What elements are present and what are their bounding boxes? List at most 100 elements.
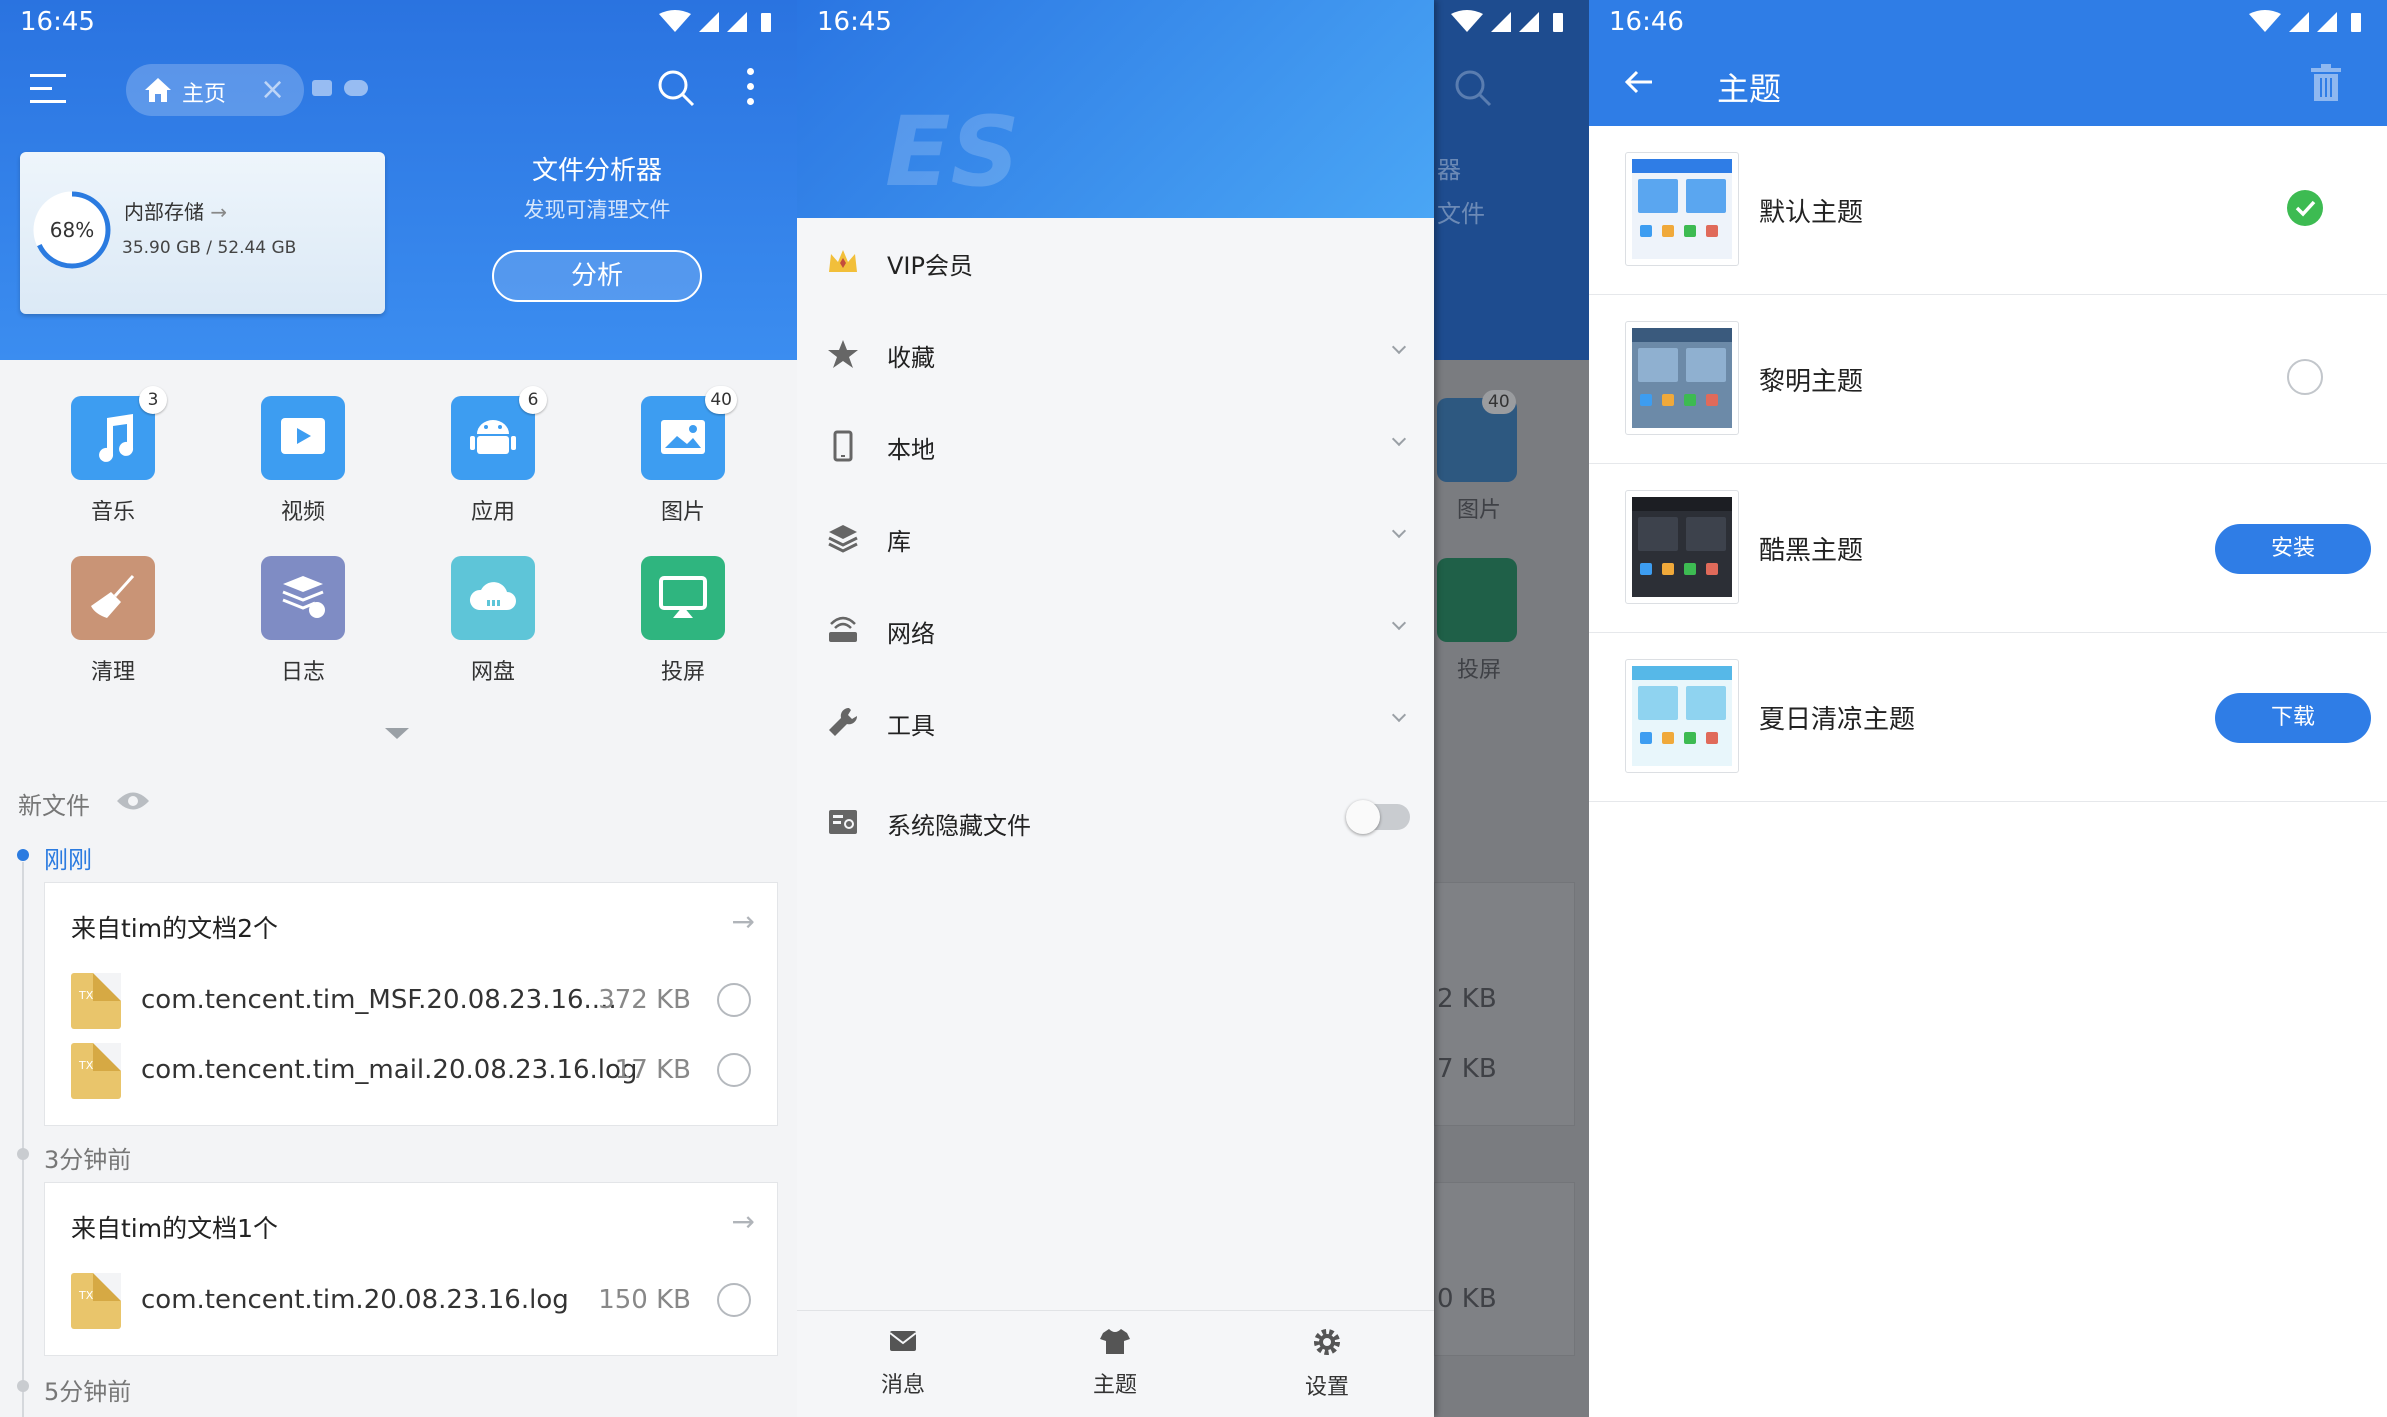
- drawer-item-crown[interactable]: VIP会员: [797, 216, 1434, 308]
- category-log[interactable]: 日志: [228, 556, 378, 686]
- txt-file-icon: TXT: [71, 973, 121, 1029]
- back-arrow-icon[interactable]: [1625, 70, 1653, 94]
- storage-size: 35.90 GB / 52.44 GB: [122, 238, 297, 258]
- count-badge: 6: [519, 386, 547, 414]
- category-video[interactable]: 视频: [228, 396, 378, 526]
- select-checkbox[interactable]: [717, 1283, 751, 1317]
- arrow-right-icon[interactable]: →: [732, 1205, 755, 1238]
- file-row[interactable]: TXT com.tencent.tim.20.08.23.16.log 150 …: [45, 1267, 777, 1337]
- menu-icon[interactable]: [30, 74, 66, 104]
- behind-text: 文件: [1437, 200, 1485, 228]
- cast-icon: [641, 556, 725, 640]
- chevron-down-icon[interactable]: [1391, 707, 1407, 723]
- category-cast[interactable]: 投屏: [608, 556, 758, 686]
- behind-text: 7 KB: [1437, 1054, 1497, 1084]
- category-label: 投屏: [660, 660, 705, 685]
- cloud-icon[interactable]: [344, 80, 368, 96]
- timeline-dot: [17, 849, 29, 861]
- theme-row[interactable]: 黎明主题: [1589, 295, 2387, 464]
- search-icon[interactable]: [656, 68, 696, 108]
- behind-text: 图片: [1457, 498, 1502, 523]
- home-screen: 16:45 主页 × 68% 内部存储 → 35.90 GB / 52.44 G…: [0, 0, 797, 1417]
- category-broom[interactable]: 清理: [38, 556, 188, 686]
- status-icons: [2249, 10, 2361, 32]
- search-icon: [1455, 70, 1492, 107]
- drawer-item-wrench[interactable]: 工具: [797, 676, 1434, 768]
- chevron-down-icon[interactable]: [1391, 339, 1407, 355]
- file-row[interactable]: TXT com.tencent.tim_mail.20.08.23.16.log…: [45, 1037, 777, 1107]
- cast-icon: [1437, 558, 1517, 642]
- theme-row[interactable]: 夏日清凉主题 下载: [1589, 633, 2387, 802]
- count-badge: 3: [139, 386, 167, 414]
- drawer-item-phone[interactable]: 本地: [797, 400, 1434, 492]
- phone-icon: [833, 430, 853, 462]
- install-button[interactable]: 安装: [2215, 524, 2371, 574]
- category-label: 清理: [90, 660, 135, 685]
- chevron-down-icon[interactable]: [385, 728, 409, 739]
- chevron-down-icon[interactable]: [1391, 523, 1407, 539]
- tab-home[interactable]: 主页 ×: [126, 64, 304, 116]
- select-checkbox[interactable]: [717, 1053, 751, 1087]
- eye-icon[interactable]: [116, 790, 150, 812]
- status-icons: [659, 10, 771, 32]
- themes-label: 主题: [1092, 1373, 1137, 1398]
- hidden-files-toggle[interactable]: [1346, 800, 1410, 834]
- messages-button[interactable]: 消息: [843, 1327, 963, 1399]
- theme-thumbnail: [1625, 659, 1739, 773]
- more-options-icon[interactable]: [745, 68, 755, 112]
- mail-icon: [889, 1331, 917, 1351]
- category-music[interactable]: 3 音乐: [38, 386, 188, 526]
- theme-row[interactable]: 默认主题: [1589, 126, 2387, 295]
- timeline-dot: [17, 1148, 29, 1160]
- drawer-item-label: 工具: [887, 712, 935, 740]
- drawer-item-layers[interactable]: 库: [797, 492, 1434, 584]
- tab-home-label: 主页: [182, 82, 227, 107]
- arrow-right-icon[interactable]: →: [732, 905, 755, 938]
- drawer-item-star[interactable]: 收藏: [797, 308, 1434, 400]
- theme-name: 默认主题: [1759, 198, 1864, 228]
- chevron-down-icon[interactable]: [1391, 431, 1407, 447]
- close-icon[interactable]: ×: [260, 72, 285, 107]
- storage-card[interactable]: 68% 内部存储 → 35.90 GB / 52.44 GB: [20, 152, 385, 314]
- file-group-card[interactable]: 来自tim的文档2个 → TXT com.tencent.tim_MSF.20.…: [44, 882, 778, 1126]
- category-label: 视频: [280, 500, 325, 525]
- new-files-title: 新文件: [18, 792, 90, 820]
- file-name: com.tencent.tim.20.08.23.16.log: [141, 1285, 569, 1315]
- timeline-dot: [17, 1380, 29, 1392]
- cloud-icon: [451, 556, 535, 640]
- drawer-item-hidden-file[interactable]: 系统隐藏文件: [797, 776, 1434, 868]
- settings-button[interactable]: 设置: [1267, 1327, 1387, 1401]
- category-android[interactable]: 6 应用: [418, 386, 568, 526]
- drawer-screen: 器 文件 40 图片 投屏 2 KB 7 KB 0 KB ES 16:45 VI…: [797, 0, 1589, 1417]
- category-label: 网盘: [470, 660, 515, 685]
- category-cloud[interactable]: 网盘: [418, 556, 568, 686]
- theme-radio[interactable]: [2287, 359, 2323, 395]
- behind-card: [1434, 1182, 1575, 1356]
- theme-row[interactable]: 酷黑主题 安装: [1589, 464, 2387, 633]
- select-checkbox[interactable]: [717, 983, 751, 1017]
- analyze-button[interactable]: 分析: [492, 250, 702, 302]
- download-button[interactable]: 下载: [2215, 693, 2371, 743]
- router-icon: [829, 616, 857, 642]
- drawer-item-label: 网络: [887, 620, 935, 648]
- file-row[interactable]: TXT com.tencent.tim_MSF.20.08.23.16.... …: [45, 967, 777, 1037]
- settings-label: 设置: [1304, 1375, 1349, 1400]
- drawer-item-label: VIP会员: [887, 252, 973, 280]
- storage-name: 内部存储 →: [124, 200, 228, 224]
- themes-button[interactable]: 主题: [1055, 1327, 1175, 1399]
- trash-icon[interactable]: [2309, 64, 2343, 102]
- page-title: 主题: [1717, 70, 1782, 108]
- status-bar: 16:46: [1589, 0, 2387, 42]
- status-time: 16:45: [20, 7, 95, 37]
- drawer-item-router[interactable]: 网络: [797, 584, 1434, 676]
- timeline-line: [22, 862, 24, 1417]
- category-picture[interactable]: 40 图片: [608, 386, 758, 526]
- home-icon: [145, 78, 171, 102]
- check-circle-icon[interactable]: [2287, 190, 2323, 226]
- chevron-down-icon[interactable]: [1391, 615, 1407, 631]
- storage-percent: 68%: [49, 218, 95, 242]
- file-group-card[interactable]: 来自tim的文档1个 → TXT com.tencent.tim.20.08.2…: [44, 1182, 778, 1356]
- behind-text: 器: [1437, 156, 1461, 184]
- message-icon[interactable]: [312, 80, 332, 96]
- card-title: 来自tim的文档1个: [71, 1214, 279, 1243]
